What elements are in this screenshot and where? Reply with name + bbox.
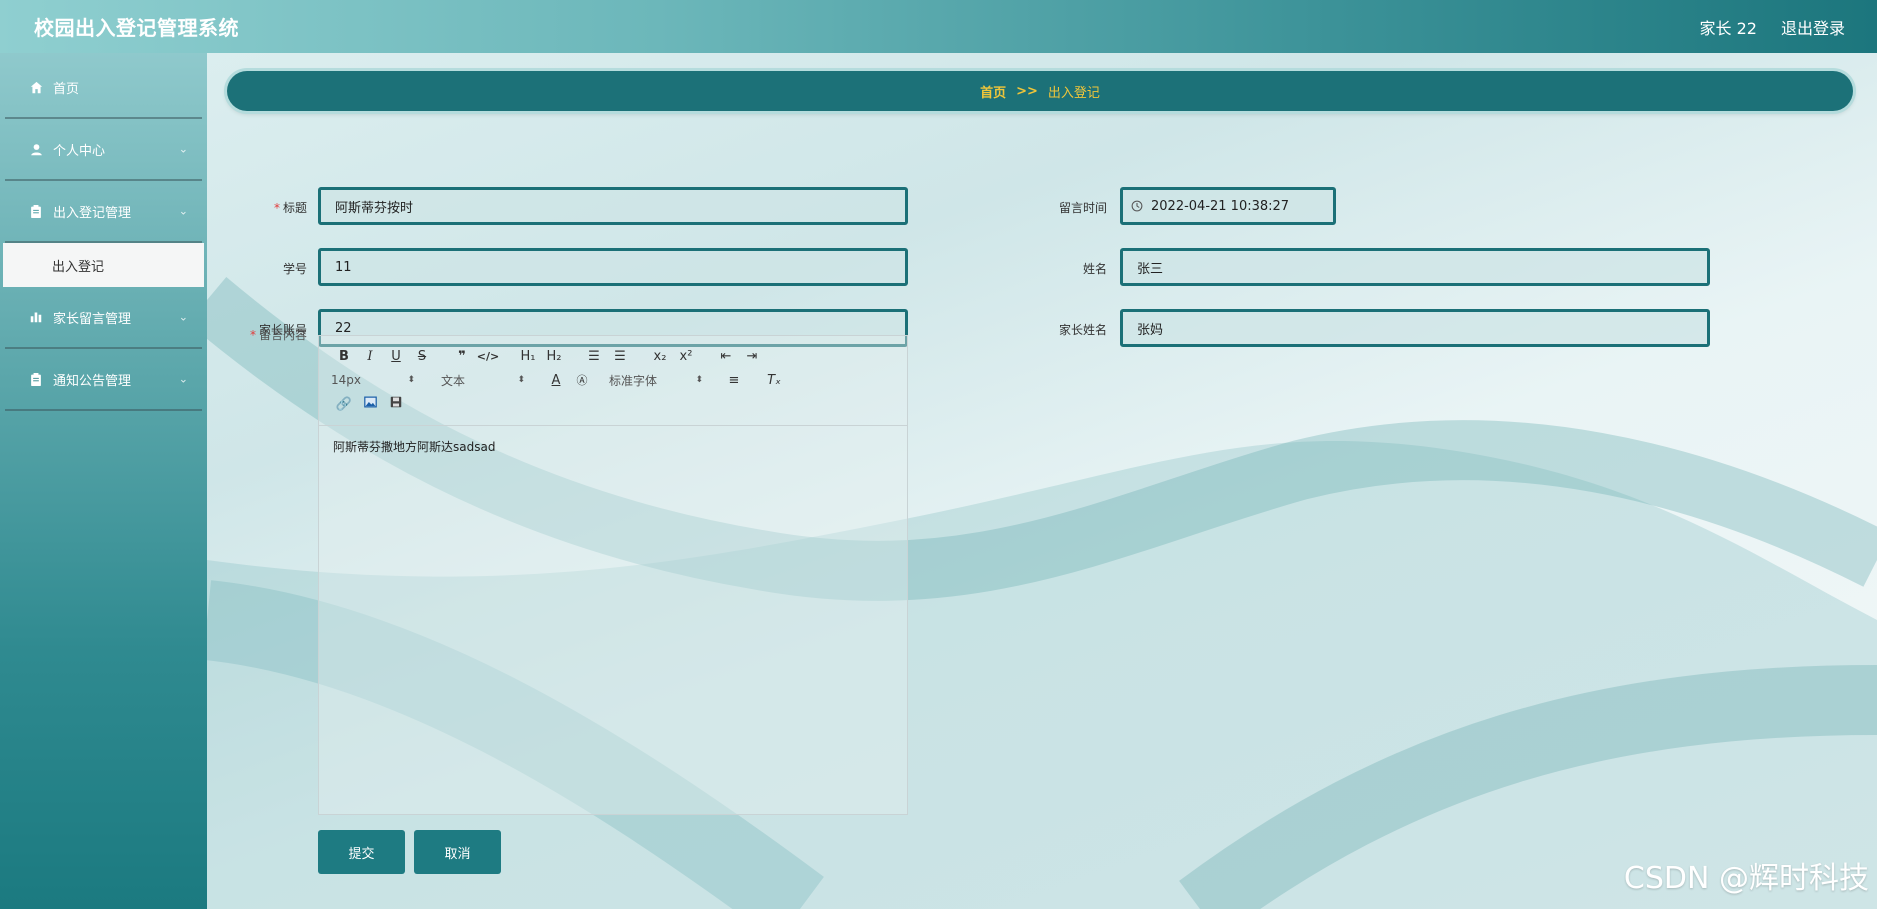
sidebar-item-parent-message[interactable]: 家长留言管理 ⌄: [5, 287, 202, 349]
align-icon[interactable]: ≡: [721, 373, 747, 388]
logout-link[interactable]: 退出登录: [1781, 15, 1845, 39]
parent-name-input[interactable]: 张妈: [1120, 309, 1710, 347]
clipboard-icon: [29, 372, 43, 386]
heading2-icon[interactable]: H₂: [541, 349, 567, 364]
top-header: 校园出入登记管理系统 家长 22 退出登录: [0, 0, 1877, 53]
name-label: 姓名: [1082, 262, 1107, 276]
breadcrumb: 首页 >> 出入登记: [227, 71, 1853, 111]
chevron-down-icon: ⌄: [178, 142, 188, 156]
strikethrough-icon[interactable]: S: [409, 349, 435, 364]
sidebar-item-label: 家长留言管理: [53, 311, 132, 327]
indent-icon[interactable]: ⇥: [739, 349, 765, 364]
bar-chart-icon: [29, 310, 43, 324]
sidebar-item-personal-center[interactable]: 个人中心 ⌄: [5, 119, 202, 181]
title-input[interactable]: 阿斯蒂芬按时: [318, 187, 908, 225]
clipboard-icon: [29, 204, 43, 218]
font-size-select[interactable]: 14px ⬍: [331, 373, 415, 387]
outdent-icon[interactable]: ⇤: [713, 349, 739, 364]
background-color-icon[interactable]: Ⓐ: [569, 372, 595, 388]
block-type-select[interactable]: 文本 ⬍: [441, 372, 525, 389]
font-color-icon[interactable]: A: [543, 373, 569, 388]
cancel-button[interactable]: 取消: [414, 830, 501, 874]
video-icon[interactable]: [383, 396, 409, 412]
clock-icon: [1131, 200, 1143, 212]
italic-icon[interactable]: I: [357, 349, 383, 364]
user-label: 家长 22: [1699, 18, 1757, 38]
sidebar-item-label: 出入登记管理: [53, 205, 132, 221]
font-family-select[interactable]: 标准字体 ⬍: [609, 372, 703, 389]
breadcrumb-home[interactable]: 首页: [980, 82, 1006, 101]
breadcrumb-separator: >>: [1016, 83, 1038, 99]
ordered-list-icon[interactable]: ☰: [581, 349, 607, 364]
sidebar-item-access-management[interactable]: 出入登记管理 ⌄: [5, 181, 202, 243]
time-label: 留言时间: [1058, 201, 1107, 215]
editor-content[interactable]: 阿斯蒂芬撒地方阿斯达sadsad: [319, 426, 907, 467]
student-no-label: 学号: [282, 262, 307, 276]
blockquote-icon[interactable]: ❞: [449, 349, 475, 364]
link-icon[interactable]: 🔗: [331, 397, 357, 412]
time-picker[interactable]: 2022-04-21 10:38:27: [1120, 187, 1336, 225]
watermark: CSDN @辉时科技: [1623, 861, 1869, 896]
breadcrumb-current: 出入登记: [1047, 85, 1100, 101]
main-content: 首页 >> 出入登记 * 标题 阿斯蒂芬按时 留言时间 2022-04-21 10…: [207, 53, 1877, 909]
sidebar: 首页 个人中心 ⌄ 出入登记管理 ⌄ 出入登记 家长留言管理 ⌄ 通知公告管理 …: [0, 53, 207, 909]
code-icon[interactable]: </>: [475, 350, 501, 363]
header-actions: 家长 22 退出登录: [1700, 15, 1845, 39]
sidebar-subitem-access-record[interactable]: 出入登记: [3, 243, 204, 287]
image-icon[interactable]: [357, 396, 383, 412]
home-icon: [29, 80, 43, 94]
time-value: 2022-04-21 10:38:27: [1151, 198, 1290, 214]
superscript-icon[interactable]: x²: [673, 349, 699, 364]
sidebar-item-label: 通知公告管理: [53, 373, 132, 389]
app-title: 校园出入登记管理系统: [34, 16, 239, 40]
editor-toolbar: B I U S ❞ </> H₁ H₂ ☰ ☰ x₂ x² ⇤ ⇥ 14px ⬍…: [319, 336, 907, 426]
subscript-icon[interactable]: x₂: [647, 349, 673, 364]
title-label: * 标题: [273, 201, 307, 215]
name-input[interactable]: 张三: [1120, 248, 1710, 286]
sidebar-item-home[interactable]: 首页: [5, 57, 202, 119]
content-label: * 留言内容: [249, 328, 307, 342]
chevron-down-icon: ⌄: [178, 310, 188, 324]
submit-button[interactable]: 提交: [318, 830, 405, 874]
sidebar-item-label: 个人中心: [53, 143, 106, 159]
student-no-input[interactable]: 11: [318, 248, 908, 286]
chevron-down-icon: ⌄: [178, 204, 188, 218]
chevron-down-icon: ⌄: [178, 372, 188, 386]
bold-icon[interactable]: B: [331, 349, 357, 364]
user-icon: [29, 142, 43, 156]
heading1-icon[interactable]: H₁: [515, 349, 541, 364]
sidebar-item-notice-management[interactable]: 通知公告管理 ⌄: [5, 349, 202, 411]
sidebar-item-label: 首页: [53, 81, 80, 97]
rich-text-editor: B I U S ❞ </> H₁ H₂ ☰ ☰ x₂ x² ⇤ ⇥ 14px ⬍…: [318, 335, 908, 815]
parent-name-label: 家长姓名: [1058, 323, 1107, 337]
underline-icon[interactable]: U: [383, 349, 409, 364]
clear-format-icon[interactable]: Tₓ: [761, 373, 787, 388]
bullet-list-icon[interactable]: ☰: [607, 349, 633, 364]
